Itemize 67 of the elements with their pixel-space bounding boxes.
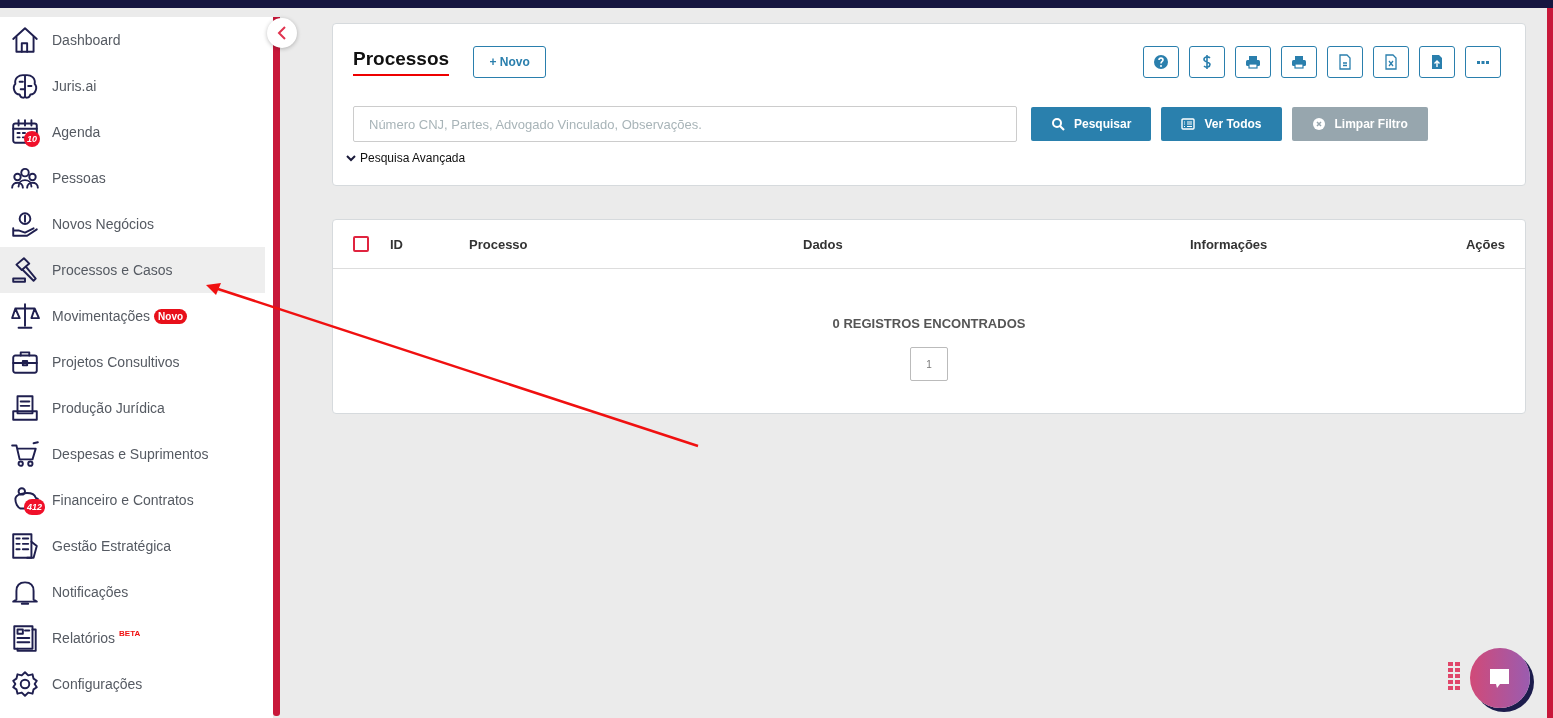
sidebar-item[interactable]: Configurações (0, 661, 265, 707)
sidebar-item[interactable]: Projetos Consultivos (0, 339, 265, 385)
toolbar-button[interactable] (1419, 46, 1455, 78)
toolbar-button[interactable] (1235, 46, 1271, 78)
checklist-icon (10, 531, 40, 561)
clear-icon (1311, 117, 1326, 131)
count-badge: 10 (24, 131, 40, 147)
sidebar-item[interactable]: Dashboard (0, 17, 265, 63)
upload-file-icon (1429, 54, 1445, 70)
search-icon (1051, 117, 1065, 131)
sidebar-item[interactable]: Notificações (0, 569, 265, 615)
more-icon (1477, 60, 1489, 64)
toolbar-button[interactable] (1189, 46, 1225, 78)
sidebar-item[interactable]: Processos e Casos (0, 247, 265, 293)
sidebar-item[interactable]: Despesas e Suprimentos (0, 431, 265, 477)
document-icon (1337, 54, 1353, 70)
spreadsheet-icon (1383, 54, 1399, 70)
gear-icon (10, 669, 40, 699)
chat-button[interactable] (1470, 648, 1530, 708)
search-action-button[interactable]: Ver Todos (1161, 107, 1282, 141)
empty-message: 0 REGISTROS ENCONTRADOS (831, 316, 1027, 331)
house-icon (10, 25, 40, 55)
search-field[interactable]: Número CNJ, Partes, Advogado Vinculado, Observações. (353, 106, 1017, 142)
column-header: Processo (469, 236, 529, 252)
new-button[interactable]: + Novo (473, 46, 547, 78)
new-badge: Novo (154, 308, 188, 324)
advanced-search-toggle[interactable]: Pesquisa Avançada (346, 151, 466, 165)
sidebar-item[interactable]: Juris.ai (0, 63, 265, 109)
help-icon (1153, 54, 1169, 70)
page-button[interactable]: 1 (910, 347, 948, 381)
money-hand-icon (10, 209, 40, 239)
scales-icon (10, 301, 40, 331)
document-tray-icon (10, 393, 40, 423)
beta-label: BETA (119, 629, 141, 638)
column-header: Informações (1190, 236, 1269, 252)
count-badge: 412 (24, 499, 46, 515)
printer-icon (1291, 54, 1307, 70)
gavel-icon (10, 255, 40, 285)
toolbar-button[interactable] (1373, 46, 1409, 78)
sidebar-item[interactable]: 10 Agenda (0, 109, 265, 155)
sidebar-item[interactable]: Novos Negócios (0, 201, 265, 247)
toolbar-button[interactable] (1281, 46, 1317, 78)
sidebar-item[interactable]: Produção Jurídica (0, 385, 265, 431)
sidebar-item[interactable]: Movimentações Novo (0, 293, 265, 339)
collapse-button[interactable] (267, 18, 297, 48)
column-header: Dados (803, 236, 844, 252)
sidebar-item[interactable]: Relatórios BETA (0, 615, 265, 661)
printer-icon (1245, 54, 1261, 70)
sidebar-item[interactable]: Gestão Estratégica (0, 523, 265, 569)
column-header: ID (390, 236, 404, 252)
chevron-down-icon (346, 154, 356, 162)
select-all-checkbox[interactable] (353, 236, 369, 252)
search-action-button[interactable]: Pesquisar (1031, 107, 1152, 141)
report-icon (10, 623, 40, 653)
toolbar-button[interactable] (1143, 46, 1179, 78)
chevron-left-icon (277, 26, 287, 40)
toolbar-button[interactable] (1327, 46, 1363, 78)
toolbar-button[interactable] (1465, 46, 1501, 78)
calendar-icon (10, 117, 40, 147)
grip-dots-icon (1448, 662, 1460, 690)
sidebar-item[interactable]: Pessoas (0, 155, 265, 201)
brain-icon (10, 71, 40, 101)
cart-icon (10, 439, 40, 469)
column-header: Ações (1465, 236, 1505, 252)
list-icon (1181, 117, 1196, 131)
sidebar-item[interactable]: 412 Financeiro e Contratos (0, 477, 265, 523)
page-title: Processos (353, 48, 450, 76)
